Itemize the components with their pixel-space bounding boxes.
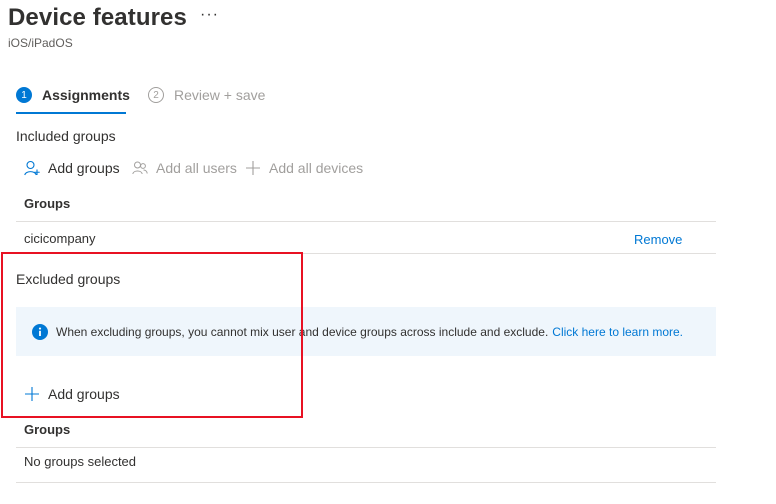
table-divider [16, 447, 716, 448]
add-all-devices-label: Add all devices [269, 160, 364, 176]
highlight-box [1, 252, 303, 418]
table-divider [16, 482, 716, 483]
users-icon [132, 161, 148, 175]
add-included-groups-button[interactable]: Add groups [24, 160, 120, 176]
add-all-users-label: Add all users [156, 160, 237, 176]
page-title: Device features [8, 4, 187, 31]
active-step-indicator [16, 112, 126, 114]
step-review-save[interactable]: 2 Review + save [148, 87, 265, 103]
step-number-badge: 2 [148, 87, 164, 103]
remove-group-link[interactable]: Remove [634, 232, 682, 247]
included-groups-column-header: Groups [24, 196, 71, 211]
plus-icon [246, 161, 260, 175]
included-groups-title: Included groups [16, 128, 116, 144]
empty-state-text: No groups selected [24, 454, 137, 469]
excluded-groups-column-header: Groups [24, 422, 71, 437]
step-number-badge: 1 [16, 87, 32, 103]
included-group-name: cicicompany [24, 231, 96, 246]
step-assignments[interactable]: 1 Assignments [16, 87, 130, 103]
step-label: Assignments [42, 87, 130, 103]
step-label: Review + save [174, 87, 266, 103]
page-subtitle: iOS/iPadOS [8, 36, 73, 50]
learn-more-link[interactable]: Click here to learn more. [552, 325, 683, 339]
more-options-button[interactable]: ··· [200, 6, 219, 24]
add-all-devices-button[interactable]: Add all devices [245, 160, 363, 176]
add-user-icon [24, 160, 40, 176]
add-groups-label: Add groups [48, 160, 120, 176]
add-all-users-button[interactable]: Add all users [132, 160, 237, 176]
table-divider [16, 221, 716, 222]
